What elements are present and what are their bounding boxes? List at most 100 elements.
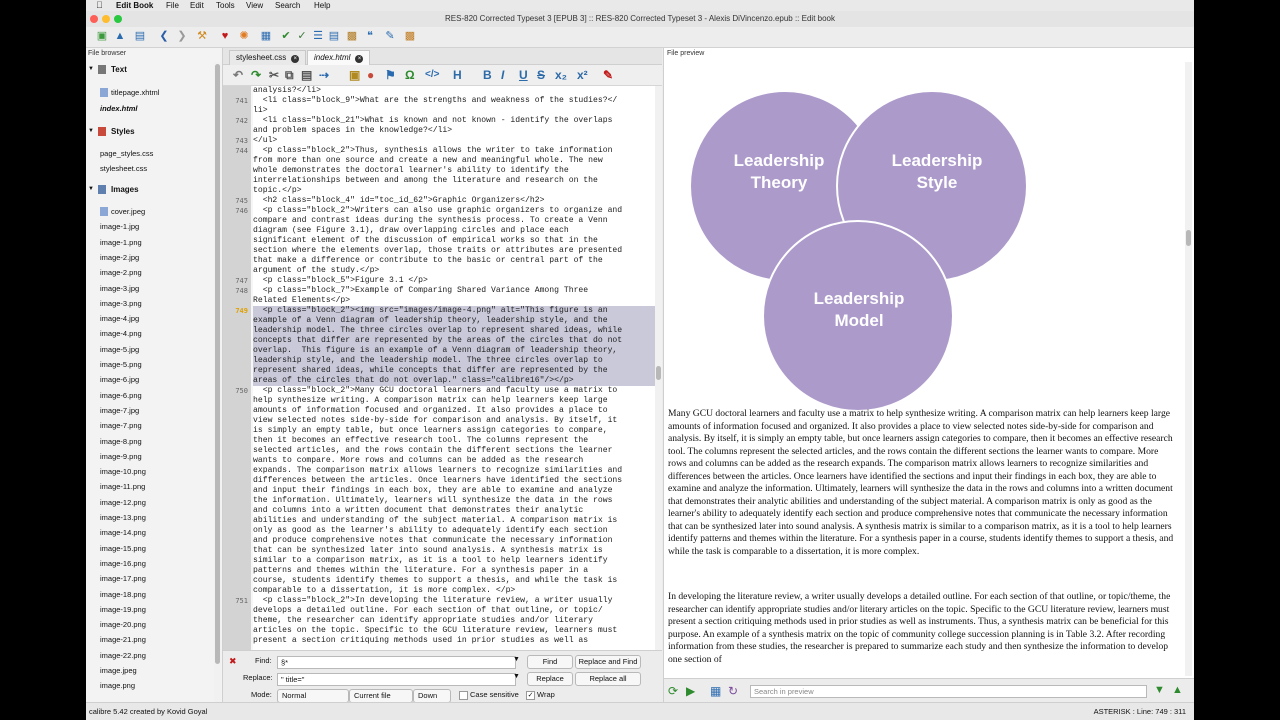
code-line[interactable]: concepts that differ are represented by … bbox=[253, 336, 658, 346]
undo-icon[interactable]: ↶ bbox=[233, 68, 243, 82]
menu-file[interactable]: File bbox=[166, 0, 179, 11]
superscript-icon[interactable]: x² bbox=[577, 68, 588, 82]
code-line[interactable]: represent shared ideas, while concepts t… bbox=[253, 366, 658, 376]
tree-file-image[interactable]: image-13.png bbox=[86, 510, 222, 525]
code-line[interactable]: leadership model. The three circles over… bbox=[253, 326, 658, 336]
code-line[interactable]: <p class="block_2">In developing the lit… bbox=[253, 596, 658, 606]
code-line[interactable]: <p class="block_2">Many GCU doctoral lea… bbox=[253, 386, 658, 396]
insert-image-icon[interactable]: ● bbox=[367, 68, 374, 82]
code-line[interactable]: expands. The comparison matrix allows le… bbox=[253, 466, 658, 476]
search-prev-icon[interactable]: ▲ bbox=[1172, 684, 1183, 696]
apple-icon[interactable]:  bbox=[96, 0, 103, 11]
replace-dropdown-icon[interactable]: ▼ bbox=[513, 673, 520, 680]
fonts-icon[interactable]: ▩ bbox=[346, 30, 358, 42]
code-tag-icon[interactable]: </> bbox=[425, 68, 439, 82]
tree-file-image[interactable]: image-12.png bbox=[86, 495, 222, 510]
tree-file-titlepage[interactable]: titlepage.xhtml bbox=[86, 85, 222, 100]
editor-scrollbar[interactable] bbox=[655, 86, 662, 650]
tree-category-images[interactable]: ▼ Images bbox=[86, 182, 222, 197]
code-line[interactable]: wants to compare. More rows and columns … bbox=[253, 456, 658, 466]
tree-file-stylesheet[interactable]: stylesheet.css bbox=[86, 161, 222, 176]
replace-button[interactable]: Replace bbox=[527, 672, 573, 686]
code-line[interactable]: comparable to a dissertation, it is more… bbox=[253, 586, 658, 596]
code-line[interactable]: and columns into a written document that… bbox=[253, 506, 658, 516]
menu-app-name[interactable]: Edit Book bbox=[116, 0, 153, 11]
find-dropdown-icon[interactable]: ▼ bbox=[513, 656, 520, 663]
code-line[interactable]: abilities and understanding of the subje… bbox=[253, 516, 658, 526]
replace-input[interactable]: " title=" bbox=[277, 673, 516, 686]
insert-link-icon[interactable]: ⚑ bbox=[385, 68, 396, 82]
tree-category-text[interactable]: ▼ Text bbox=[86, 62, 222, 77]
code-line[interactable]: the information. Ultimately, learners wi… bbox=[253, 496, 658, 506]
tree-file-image[interactable]: image-11.png bbox=[86, 479, 222, 494]
mode-select[interactable]: Normal bbox=[277, 689, 349, 703]
code-line[interactable]: articles on the topic. Specific to the G… bbox=[253, 626, 658, 636]
edit-icon[interactable]: ✎ bbox=[384, 30, 396, 42]
forward-icon[interactable]: ❯ bbox=[176, 30, 188, 42]
code-line[interactable]: and problem spaces in the knowledge?</li… bbox=[253, 126, 658, 136]
spell-check-icon[interactable]: ✓ bbox=[296, 30, 308, 42]
scroll-thumb[interactable] bbox=[656, 366, 661, 380]
direction-select[interactable]: Down bbox=[413, 689, 451, 703]
tree-file-image[interactable]: image-20.png bbox=[86, 617, 222, 632]
code-line[interactable]: selected articles, and the rows contain … bbox=[253, 446, 658, 456]
copy-icon[interactable]: ⧉ bbox=[285, 68, 294, 82]
code-line[interactable]: course, students identify themes to supp… bbox=[253, 576, 658, 586]
code-line[interactable]: from more than one source and create a n… bbox=[253, 156, 658, 166]
tree-file-page-styles[interactable]: page_styles.css bbox=[86, 146, 222, 161]
tree-file-image[interactable]: image-3.jpg bbox=[86, 281, 222, 296]
tree-file-image[interactable]: image-9.png bbox=[86, 449, 222, 464]
code-text[interactable]: analysis?</li> <li class="block_9">What … bbox=[253, 86, 658, 650]
tree-file-image[interactable]: image-17.png bbox=[86, 571, 222, 586]
tree-file-image[interactable]: image-18.png bbox=[86, 587, 222, 602]
preview-scrollbar[interactable] bbox=[1185, 62, 1192, 676]
expand-arrow-icon[interactable]: ▼ bbox=[88, 124, 94, 139]
code-line[interactable]: li> bbox=[253, 106, 658, 116]
tree-file-image[interactable]: image-21.png bbox=[86, 632, 222, 647]
scroll-thumb[interactable] bbox=[215, 64, 220, 664]
code-line[interactable]: <p class="block_5">Figure 3.1 </p> bbox=[253, 276, 658, 286]
close-tab-icon[interactable]: × bbox=[355, 55, 364, 63]
case-sensitive-checkbox[interactable] bbox=[459, 691, 468, 700]
italic-icon[interactable]: I bbox=[501, 68, 504, 82]
wrap-checkbox[interactable]: ✓ bbox=[526, 691, 535, 700]
auto-reload-icon[interactable]: ▶ bbox=[686, 684, 695, 698]
find-button[interactable]: Find bbox=[527, 655, 573, 669]
search-next-icon[interactable]: ▼ bbox=[1154, 684, 1165, 696]
tree-file-image[interactable]: image-10.png bbox=[86, 464, 222, 479]
code-line[interactable]: diagram (see Figure 3.1), draw overlappi… bbox=[253, 226, 658, 236]
subscript-icon[interactable]: x₂ bbox=[555, 68, 567, 82]
tree-file-image[interactable]: image-14.png bbox=[86, 525, 222, 540]
code-line[interactable]: patterns and themes within the literatur… bbox=[253, 566, 658, 576]
replace-and-find-button[interactable]: Replace and Find bbox=[575, 655, 641, 669]
code-line[interactable]: Related Elements</p> bbox=[253, 296, 658, 306]
tree-file-image[interactable]: image-6.png bbox=[86, 388, 222, 403]
file-browser-scrollbar[interactable] bbox=[214, 62, 221, 702]
close-tab-icon[interactable]: × bbox=[291, 55, 300, 63]
code-line[interactable]: similar to a comparison matrix, as it is… bbox=[253, 556, 658, 566]
code-line[interactable]: amounts of information focused and organ… bbox=[253, 406, 658, 416]
special-char-icon[interactable]: Ω bbox=[405, 68, 415, 82]
tree-file-image[interactable]: image-2.jpg bbox=[86, 250, 222, 265]
sync-icon[interactable]: ↻ bbox=[728, 684, 738, 698]
code-line[interactable]: that make a difference or contribute to … bbox=[253, 256, 658, 266]
compare-icon[interactable]: ✺ bbox=[238, 30, 250, 42]
code-line[interactable]: interrelationships between and among the… bbox=[253, 176, 658, 186]
smarts-icon[interactable]: ⇢ bbox=[319, 68, 329, 82]
text-color-icon[interactable]: ✎ bbox=[603, 68, 613, 82]
expand-arrow-icon[interactable]: ▼ bbox=[88, 182, 94, 197]
code-line[interactable]: areas of the circles that do not overlap… bbox=[253, 376, 658, 386]
menu-search[interactable]: Search bbox=[275, 0, 300, 11]
tree-file-image[interactable]: image-4.jpg bbox=[86, 311, 222, 326]
tree-file-image[interactable]: image-8.png bbox=[86, 434, 222, 449]
refresh-icon[interactable]: ⟳ bbox=[668, 684, 678, 698]
code-line[interactable]: that can be synthesized later into sound… bbox=[253, 546, 658, 556]
tree-file-image[interactable]: image-1.jpg bbox=[86, 219, 222, 234]
tree-file-image[interactable]: image-19.png bbox=[86, 602, 222, 617]
code-line[interactable]: <li class="block_21">What is known and n… bbox=[253, 116, 658, 126]
preview-search-input[interactable]: Search in preview bbox=[750, 685, 1147, 698]
code-line[interactable]: whole demonstrates the doctoral learner'… bbox=[253, 166, 658, 176]
tab-index[interactable]: index.html × bbox=[307, 50, 371, 65]
code-line[interactable]: overlap. This figure is an example of a … bbox=[253, 346, 658, 356]
check-book-icon[interactable]: ✔ bbox=[280, 30, 292, 42]
